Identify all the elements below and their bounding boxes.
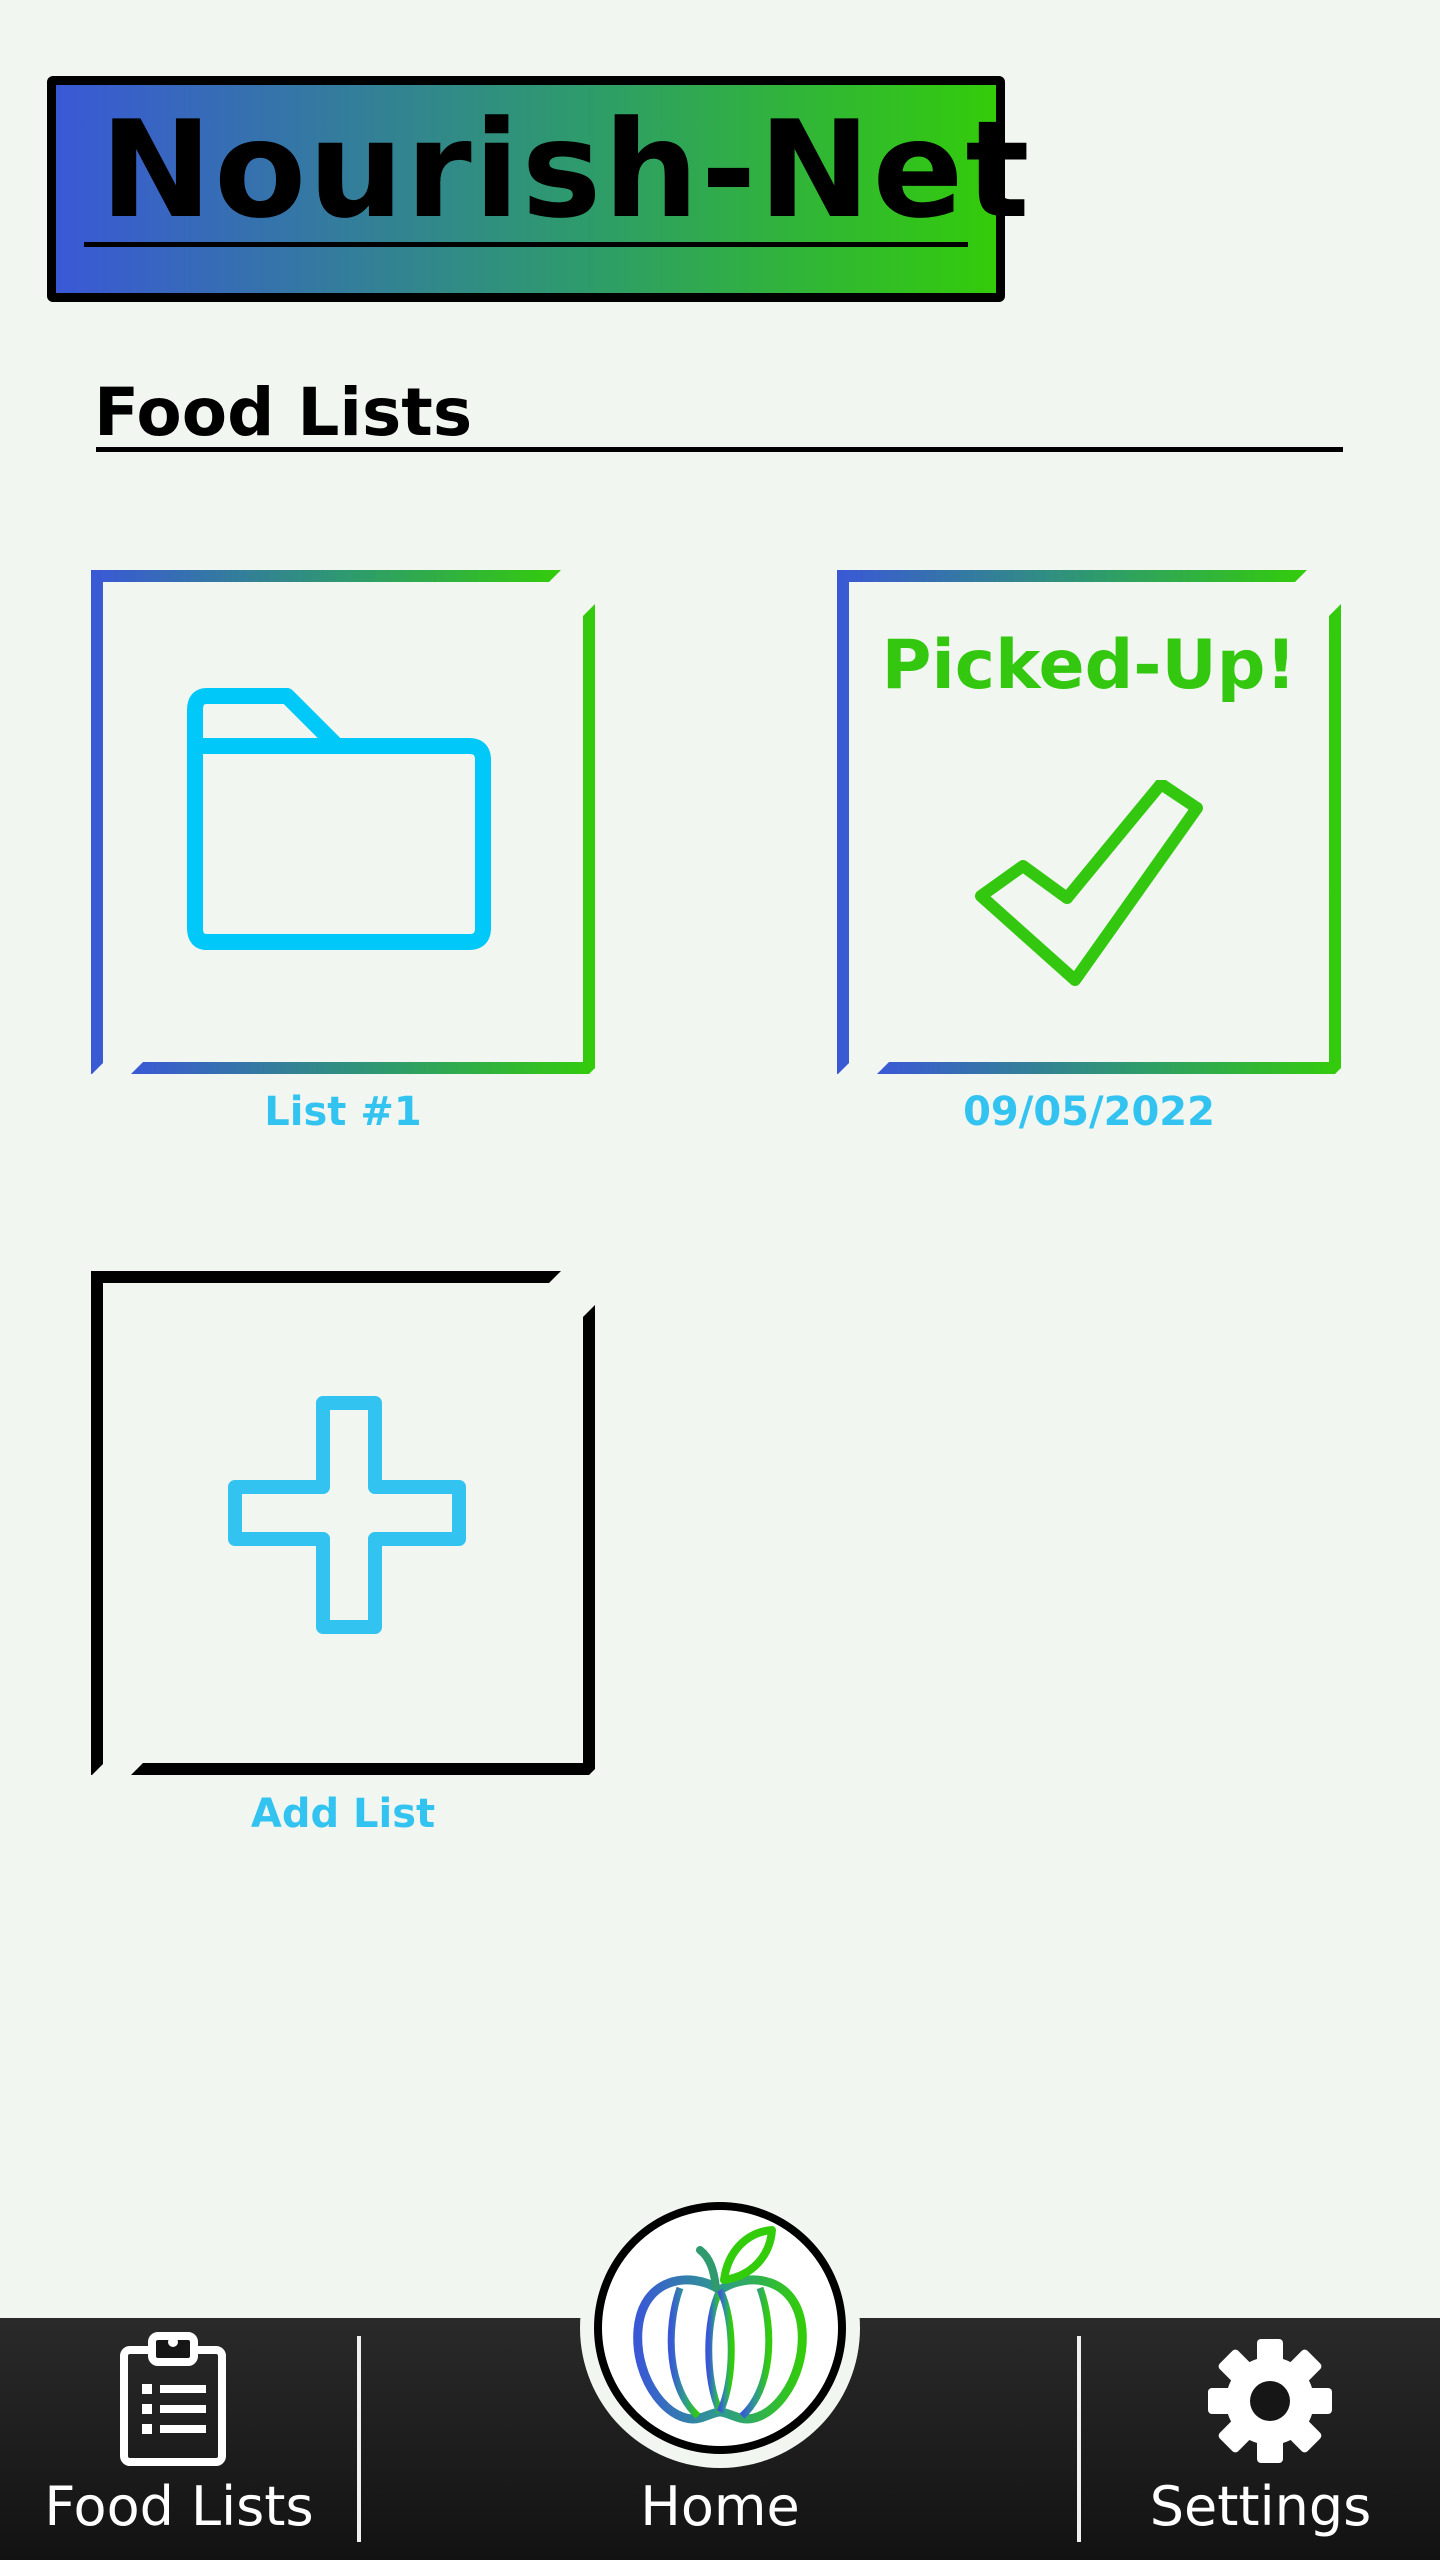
clipboard-list-icon (120, 2332, 226, 2466)
app-title: Nourish-Net (100, 92, 1032, 248)
nav-label: Food Lists (44, 2475, 314, 2538)
checkmark-icon (975, 780, 1203, 986)
apple-globe-icon (633, 2226, 807, 2424)
nav-food-lists[interactable]: Food Lists (0, 2318, 358, 2560)
gear-icon (1208, 2339, 1332, 2463)
status-badge: Picked-Up! (881, 626, 1297, 705)
home-ring (594, 2202, 846, 2454)
tile-caption: Add List (250, 1791, 436, 1837)
folder-icon (187, 688, 491, 950)
tile-caption: List #1 (264, 1089, 422, 1135)
nav-settings[interactable]: Settings (1081, 2318, 1440, 2560)
tile-caption: 09/05/2022 (963, 1089, 1215, 1135)
home-button[interactable] (580, 2188, 860, 2468)
nav-label: Home (640, 2475, 800, 2538)
app-logo: Nourish-Net (47, 76, 1029, 302)
list-tile-1[interactable] (91, 570, 595, 1074)
list-tile-2[interactable]: Picked-Up! (837, 570, 1341, 1074)
logo-underline (84, 242, 968, 247)
nav-label: Settings (1149, 2475, 1372, 2538)
title-divider (96, 447, 1343, 452)
add-list-button[interactable] (91, 1271, 595, 1775)
plus-icon (228, 1396, 466, 1634)
page-title: Food Lists (94, 374, 473, 451)
